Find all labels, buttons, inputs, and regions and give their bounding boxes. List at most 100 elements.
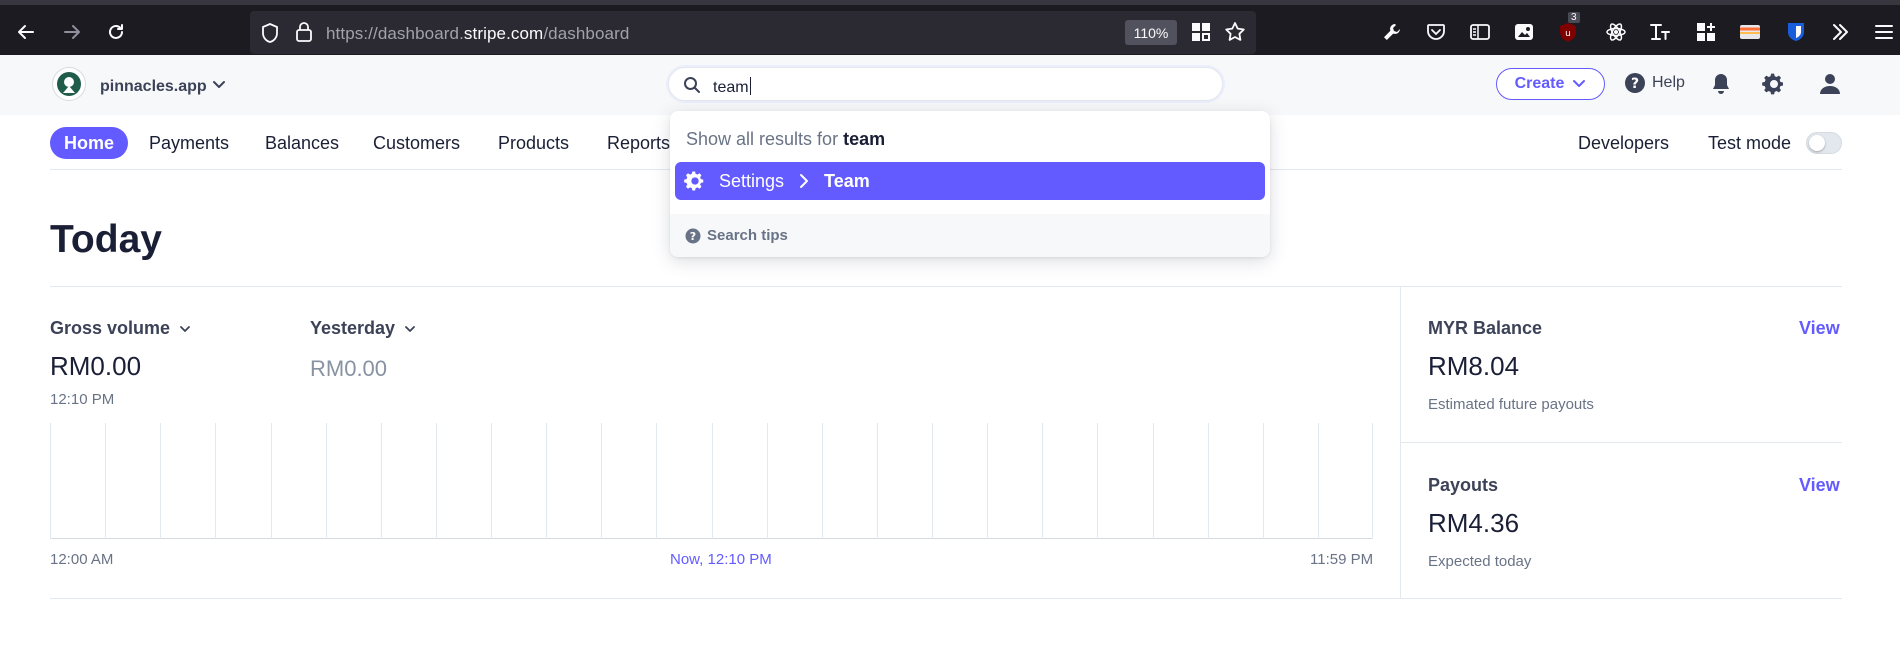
colorful-extension-icon[interactable]	[1738, 20, 1762, 44]
pocket-icon[interactable]	[1424, 20, 1448, 44]
help-button[interactable]: ? Help	[1624, 72, 1685, 94]
chart-gridline	[932, 423, 933, 539]
overflow-menu-chevrons-icon[interactable]	[1828, 20, 1852, 44]
translate-extension-icon[interactable]	[1648, 20, 1672, 44]
help-label: Help	[1652, 74, 1685, 91]
chevron-down-icon	[180, 325, 190, 332]
chart-gridline	[436, 423, 437, 539]
axis-end-label: 11:59 PM	[1310, 551, 1374, 568]
help-question-icon: ?	[1625, 73, 1645, 93]
gross-volume-selector[interactable]: Gross volume	[50, 318, 192, 339]
url-text[interactable]: https://dashboard.stripe.com/dashboard	[326, 24, 629, 44]
section-divider	[50, 286, 1842, 287]
chart-gridline	[767, 423, 768, 539]
balance-value: RM8.04	[1428, 351, 1520, 381]
search-query-text: team	[713, 79, 749, 96]
forward-arrow-icon	[64, 25, 80, 39]
search-result-settings-team[interactable]: Settings Team	[675, 162, 1265, 200]
search-results-dropdown: Show all results for team Settings Team …	[670, 111, 1270, 257]
chart-gridline	[656, 423, 657, 539]
axis-start-label: 12:00 AM	[50, 551, 114, 568]
chart-gridline	[877, 423, 878, 539]
browser-toolbar: https://dashboard.stripe.com/dashboard 1…	[0, 0, 1900, 55]
chart-gridline	[601, 423, 602, 539]
comparison-period-selector[interactable]: Yesterday	[310, 318, 417, 339]
tab-balances[interactable]: Balances	[265, 127, 339, 159]
ublock-icon[interactable]: u 3	[1556, 12, 1580, 44]
notifications-bell-icon[interactable]	[1710, 72, 1732, 96]
hamburger-menu-icon[interactable]	[1872, 20, 1896, 44]
user-profile-icon[interactable]	[1818, 72, 1842, 96]
chart-gridline	[546, 423, 547, 539]
url-prefix: https://dashboard.	[326, 24, 464, 43]
chart-gridline	[1263, 423, 1264, 539]
chart-gridline	[987, 423, 988, 539]
chart-gridline	[1097, 423, 1098, 539]
address-bar[interactable]: https://dashboard.stripe.com/dashboard 1…	[250, 11, 1256, 54]
chart-gridline	[1372, 423, 1373, 539]
search-input[interactable]: team	[668, 67, 1223, 101]
tab-reports[interactable]: Reports	[607, 127, 670, 159]
svg-text:u: u	[1565, 29, 1571, 39]
search-tips-link[interactable]: ? Search tips	[670, 214, 1270, 257]
chart-gridline	[1153, 423, 1154, 539]
reload-button[interactable]	[102, 18, 130, 46]
toggle-knob	[1809, 135, 1825, 151]
result-section-label: Settings	[719, 170, 785, 191]
back-button[interactable]	[12, 18, 40, 46]
chart-gridline	[491, 423, 492, 539]
balance-subtext: Estimated future payouts	[1428, 396, 1594, 413]
test-mode-label: Test mode	[1708, 132, 1792, 153]
gross-volume-label: Gross volume	[50, 318, 171, 338]
qr-grid-icon[interactable]	[1190, 21, 1212, 43]
extensions-grid-icon[interactable]	[1694, 20, 1718, 44]
search-icon	[684, 77, 700, 93]
payouts-value: RM4.36	[1428, 508, 1520, 538]
lock-icon[interactable]	[295, 21, 313, 43]
wrench-icon[interactable]	[1380, 20, 1404, 44]
section-bottom-divider	[50, 598, 1842, 599]
tab-payments[interactable]: Payments	[149, 127, 229, 159]
reader-sidebar-icon[interactable]	[1468, 20, 1492, 44]
account-logo[interactable]	[52, 67, 86, 101]
gross-volume-chart	[50, 423, 1373, 539]
react-devtools-icon[interactable]	[1604, 20, 1628, 44]
chart-gridline	[326, 423, 327, 539]
chart-gridline	[160, 423, 161, 539]
search-input-value: team	[713, 77, 751, 97]
settings-gear-icon[interactable]	[1762, 72, 1786, 96]
chart-gridline	[105, 423, 106, 539]
tab-customers[interactable]: Customers	[373, 127, 460, 159]
balance-view-link[interactable]: View	[1799, 318, 1840, 339]
url-path: /dashboard	[543, 24, 630, 43]
bitwarden-icon[interactable]	[1784, 20, 1808, 44]
chart-gridline	[1318, 423, 1319, 539]
url-domain: stripe.com	[463, 24, 544, 43]
payouts-view-link[interactable]: View	[1799, 475, 1840, 496]
forward-button[interactable]	[58, 18, 86, 46]
pinnacles-logo-icon	[57, 72, 81, 96]
gross-volume-time: 12:10 PM	[50, 391, 115, 408]
test-mode-toggle[interactable]	[1806, 132, 1842, 154]
show-all-results-option[interactable]: Show all results for team	[686, 129, 885, 150]
zoom-level-badge[interactable]: 110%	[1125, 20, 1177, 45]
account-name[interactable]: pinnacles.app	[100, 78, 207, 96]
sidebar-divider	[1400, 442, 1842, 443]
reload-icon	[109, 24, 123, 39]
gross-volume-value: RM0.00	[50, 351, 142, 381]
chart-gridline	[712, 423, 713, 539]
tab-home[interactable]: Home	[50, 127, 129, 159]
chevron-down-icon	[405, 325, 415, 332]
developers-link[interactable]: Developers	[1578, 127, 1669, 159]
payouts-label: Payouts	[1428, 475, 1499, 495]
account-chevron-down-icon[interactable]	[211, 77, 227, 93]
tab-products[interactable]: Products	[498, 127, 569, 159]
yesterday-value: RM0.00	[310, 356, 388, 381]
balance-label: MYR Balance	[1428, 318, 1543, 338]
chart-gridline	[381, 423, 382, 539]
bookmark-star-icon[interactable]	[1224, 21, 1246, 43]
show-all-prefix: Show all results for	[686, 129, 839, 149]
image-extension-icon[interactable]	[1512, 20, 1536, 44]
create-button[interactable]: Create	[1496, 68, 1605, 100]
tracking-protection-shield-icon[interactable]	[260, 22, 280, 44]
